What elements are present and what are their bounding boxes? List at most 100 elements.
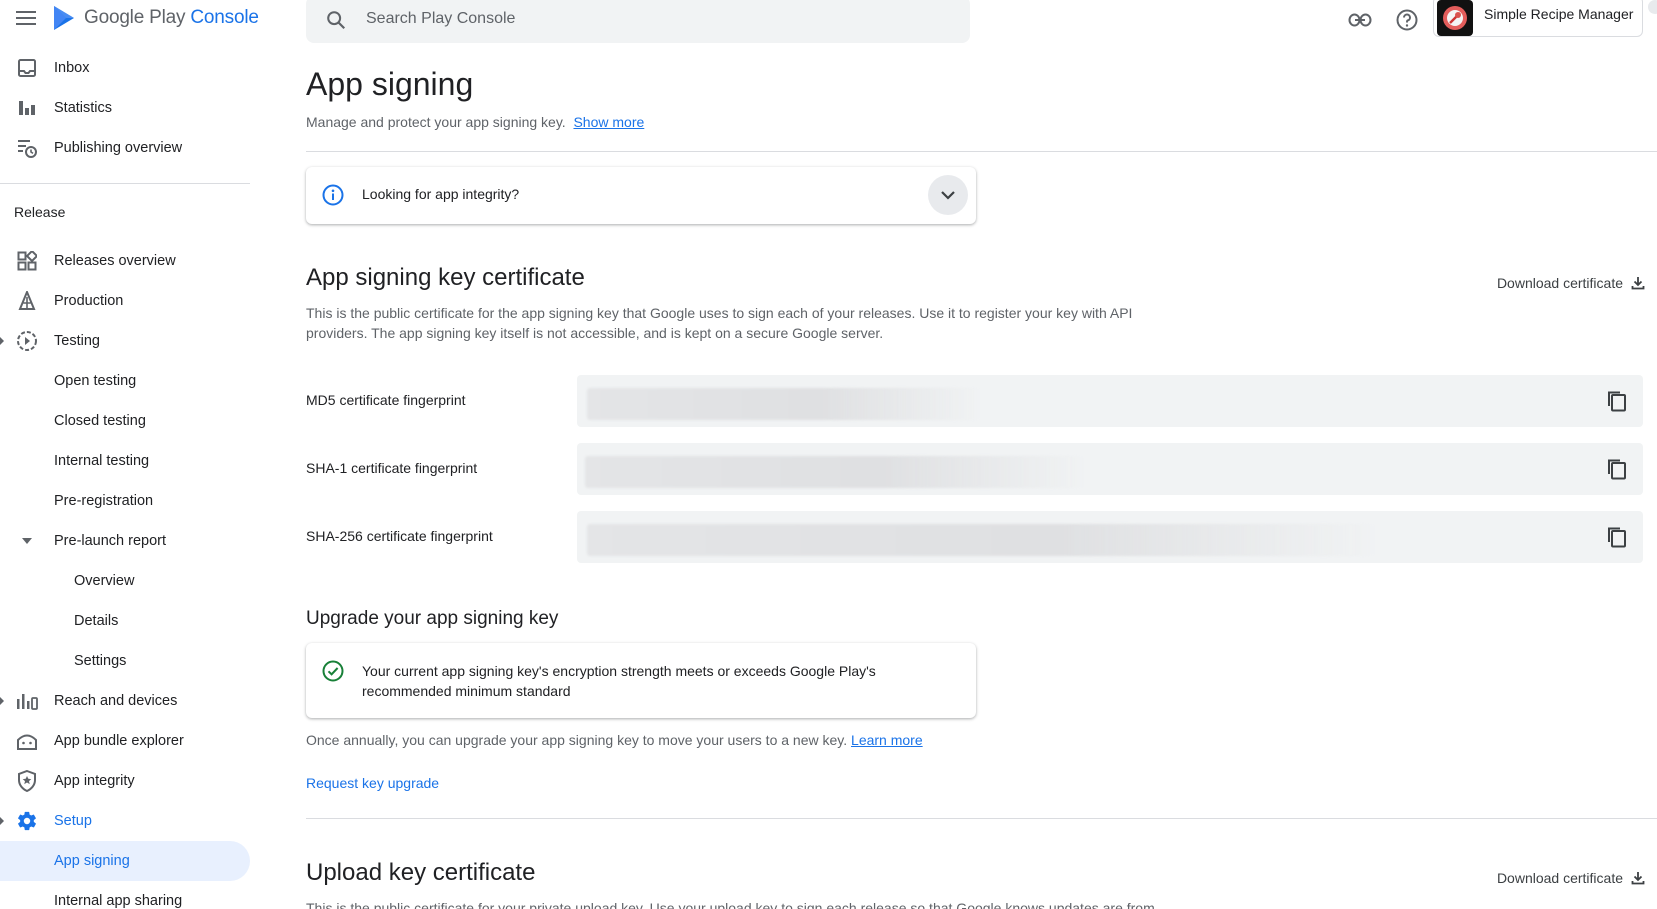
- download-upload-certificate-button[interactable]: Download certificate: [1497, 870, 1645, 886]
- gear-icon: [16, 810, 38, 832]
- sidebar-item-releases-overview[interactable]: Releases overview: [0, 241, 250, 281]
- sidebar-item-label: Publishing overview: [54, 140, 183, 156]
- menu-icon[interactable]: [14, 6, 38, 30]
- sidebar-item-overview[interactable]: Overview: [0, 561, 250, 601]
- sidebar-item-label: App bundle explorer: [54, 733, 184, 749]
- section-label-release: Release: [14, 204, 66, 220]
- sidebar-item-label: Testing: [54, 333, 100, 349]
- sidebar-item-label: Open testing: [54, 373, 137, 389]
- copy-icon[interactable]: [1605, 457, 1629, 481]
- sidebar-item-reach-and-devices[interactable]: Reach and devices: [0, 681, 250, 721]
- download-icon: [1631, 277, 1645, 290]
- sidebar-item-publishing-overview[interactable]: Publishing overview: [0, 128, 250, 168]
- fingerprint-value-box: [577, 511, 1643, 563]
- sidebar-item-label: Reach and devices: [54, 693, 178, 709]
- sidebar-divider: [0, 183, 250, 184]
- sidebar-item-closed-testing[interactable]: Closed testing: [0, 401, 250, 441]
- collapse-caret-icon: [0, 697, 4, 705]
- sidebar-item-open-testing[interactable]: Open testing: [0, 361, 250, 401]
- bar-chart-icon: [16, 97, 38, 119]
- sidebar-item-pre-registration[interactable]: Pre-registration: [0, 481, 250, 521]
- app-integrity-card-text: Looking for app integrity?: [362, 186, 520, 202]
- download-signing-certificate-button[interactable]: Download certificate: [1497, 275, 1645, 291]
- sidebar-item-label: Internal app sharing: [54, 893, 183, 909]
- inbox-icon: [16, 57, 38, 79]
- sidebar-item-label: Releases overview: [54, 253, 176, 269]
- section-divider: [306, 818, 1657, 819]
- sha256-fingerprint-row: SHA-256 certificate fingerprint: [306, 511, 1643, 563]
- sidebar-item-inbox[interactable]: Inbox: [0, 48, 250, 88]
- header-divider: [306, 151, 1657, 152]
- reach-devices-icon: [16, 690, 38, 712]
- sidebar: Google Play Console Inbox Statistics Pub…: [0, 0, 259, 909]
- sidebar-item-setup[interactable]: Setup: [0, 801, 250, 841]
- dashboard-icon: [16, 250, 38, 272]
- sidebar-item-label: Internal testing: [54, 453, 150, 469]
- collapse-caret-icon: [0, 817, 4, 825]
- collapse-caret-icon: [0, 337, 4, 345]
- sidebar-item-label: Setup: [54, 813, 92, 829]
- redacted-fingerprint: [585, 456, 1085, 488]
- expand-chevron-button[interactable]: [928, 175, 968, 215]
- upload-cert-title: Upload key certificate: [306, 859, 536, 886]
- key-strength-status-text: Your current app signing key's encryptio…: [362, 663, 876, 699]
- app-integrity-card[interactable]: Looking for app integrity?: [306, 167, 976, 224]
- sidebar-item-label: Statistics: [54, 100, 113, 116]
- fingerprint-label: SHA-256 certificate fingerprint: [306, 528, 493, 544]
- fingerprint-value-box: [577, 443, 1643, 495]
- play-console-logo[interactable]: Google Play Console: [52, 5, 259, 31]
- redacted-fingerprint: [587, 388, 981, 420]
- copy-icon[interactable]: [1605, 525, 1629, 549]
- show-more-link[interactable]: Show more: [573, 114, 644, 130]
- chevron-down-icon: [941, 191, 955, 200]
- sidebar-item-label: App integrity: [54, 773, 135, 789]
- publishing-overview-icon: [16, 137, 38, 159]
- signing-cert-description: This is the public certificate for the a…: [306, 305, 1133, 341]
- upgrade-key-title: Upgrade your app signing key: [306, 608, 559, 629]
- shield-icon: [16, 770, 38, 792]
- testing-icon: [16, 330, 38, 352]
- download-label: Download certificate: [1496, 870, 1623, 886]
- sidebar-item-details[interactable]: Details: [0, 601, 250, 641]
- upload-cert-description: This is the public certificate for your …: [306, 900, 1155, 909]
- sidebar-item-settings[interactable]: Settings: [0, 641, 250, 681]
- bundle-explorer-icon: [16, 730, 38, 752]
- sidebar-item-label: Closed testing: [54, 413, 146, 429]
- sidebar-item-internal-app-sharing[interactable]: Internal app sharing: [0, 881, 250, 909]
- sidebar-item-pre-launch-report[interactable]: Pre-launch report: [0, 521, 250, 561]
- fingerprint-label: MD5 certificate fingerprint: [306, 392, 466, 408]
- download-icon: [1631, 872, 1645, 885]
- production-icon: [16, 290, 38, 312]
- page-subtitle: Manage and protect your app signing key.…: [306, 114, 644, 130]
- page-subtitle-text: Manage and protect your app signing key.: [306, 114, 566, 130]
- sidebar-item-label: Inbox: [54, 60, 90, 76]
- copy-icon[interactable]: [1605, 389, 1629, 413]
- sidebar-item-app-signing[interactable]: App signing: [0, 841, 250, 881]
- sha1-fingerprint-row: SHA-1 certificate fingerprint: [306, 443, 1643, 495]
- key-strength-status-card: Your current app signing key's encryptio…: [306, 643, 976, 718]
- download-label: Download certificate: [1496, 275, 1623, 291]
- main-content: App signing Manage and protect your app …: [306, 0, 1657, 909]
- redacted-fingerprint: [587, 524, 1377, 556]
- sidebar-item-label: Production: [54, 293, 124, 309]
- sidebar-item-label: Details: [74, 613, 119, 629]
- learn-more-link[interactable]: Learn more: [851, 732, 923, 748]
- info-icon: [322, 184, 346, 208]
- sidebar-item-statistics[interactable]: Statistics: [0, 88, 250, 128]
- sidebar-item-label: Pre-launch report: [54, 533, 167, 549]
- upgrade-note-text: Once annually, you can upgrade your app …: [306, 732, 848, 748]
- brand-name: Google Play Console: [84, 7, 259, 28]
- check-circle-icon: [322, 660, 346, 684]
- sidebar-item-app-integrity[interactable]: App integrity: [0, 761, 250, 801]
- sidebar-item-label: Overview: [74, 573, 135, 589]
- request-key-upgrade-button[interactable]: Request key upgrade: [306, 775, 439, 791]
- sidebar-item-label: Pre-registration: [54, 493, 154, 509]
- sidebar-item-app-bundle-explorer[interactable]: App bundle explorer: [0, 721, 250, 761]
- upgrade-note: Once annually, you can upgrade your app …: [306, 732, 923, 748]
- brand-header: Google Play Console: [14, 4, 259, 32]
- sidebar-item-testing[interactable]: Testing: [0, 321, 250, 361]
- play-logo-icon: [54, 6, 74, 30]
- signing-cert-title: App signing key certificate: [306, 264, 585, 291]
- sidebar-item-production[interactable]: Production: [0, 281, 250, 321]
- sidebar-item-internal-testing[interactable]: Internal testing: [0, 441, 250, 481]
